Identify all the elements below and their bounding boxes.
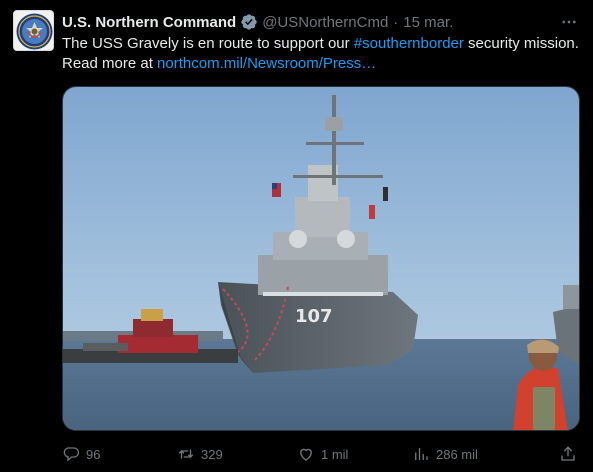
retweet-icon <box>177 445 195 463</box>
tweet-media-photo[interactable]: 107 <box>62 86 580 431</box>
separator: · <box>393 13 399 31</box>
tweet-header: U.S. Northern Command @USNorthernCmd · 1… <box>62 12 453 32</box>
heart-icon <box>297 445 315 463</box>
display-name[interactable]: U.S. Northern Command <box>62 14 236 31</box>
avatar[interactable] <box>13 10 54 51</box>
retweet-count: 329 <box>201 446 223 462</box>
tweet[interactable]: U.S. Northern Command @USNorthernCmd · 1… <box>0 0 593 472</box>
more-icon <box>562 20 576 24</box>
tweet-text-line-2: Read more at northcom.mil/Newsroom/Press… <box>62 54 582 74</box>
views-button[interactable]: 286 mil <box>412 443 478 465</box>
hashtag-link[interactable]: #southernborder <box>354 35 464 52</box>
tweet-actions: 96 329 1 mil 286 mil <box>62 443 582 465</box>
reply-button[interactable]: 96 <box>62 443 100 465</box>
tweet-date[interactable]: 15 mar. <box>403 14 453 31</box>
reply-count: 96 <box>86 446 101 462</box>
external-link[interactable]: northcom.mil/Newsroom/Press… <box>157 55 376 72</box>
retweet-button[interactable]: 329 <box>177 443 223 465</box>
hull-number: 107 <box>295 306 333 327</box>
view-count: 286 mil <box>436 446 478 462</box>
like-count: 1 mil <box>321 446 349 462</box>
northcom-seal-icon <box>14 11 53 50</box>
verified-badge-icon[interactable] <box>240 13 258 31</box>
ship-photo: 107 <box>63 87 579 430</box>
reply-icon <box>62 445 80 463</box>
handle[interactable]: @USNorthernCmd <box>262 14 388 31</box>
tweet-text-part-3: Read more at <box>62 55 158 72</box>
tweet-text: The USS Gravely is en route to support o… <box>62 34 582 74</box>
share-button[interactable] <box>559 443 583 465</box>
tweet-text-line-1: The USS Gravely is en route to support o… <box>62 34 582 54</box>
views-icon <box>412 445 430 463</box>
more-button[interactable] <box>557 10 581 34</box>
like-button[interactable]: 1 mil <box>297 443 348 465</box>
share-icon <box>559 445 577 463</box>
tweet-text-part-1: The USS Gravely is en route to support o… <box>62 35 354 52</box>
tweet-text-part-2: security mission. <box>463 35 579 52</box>
